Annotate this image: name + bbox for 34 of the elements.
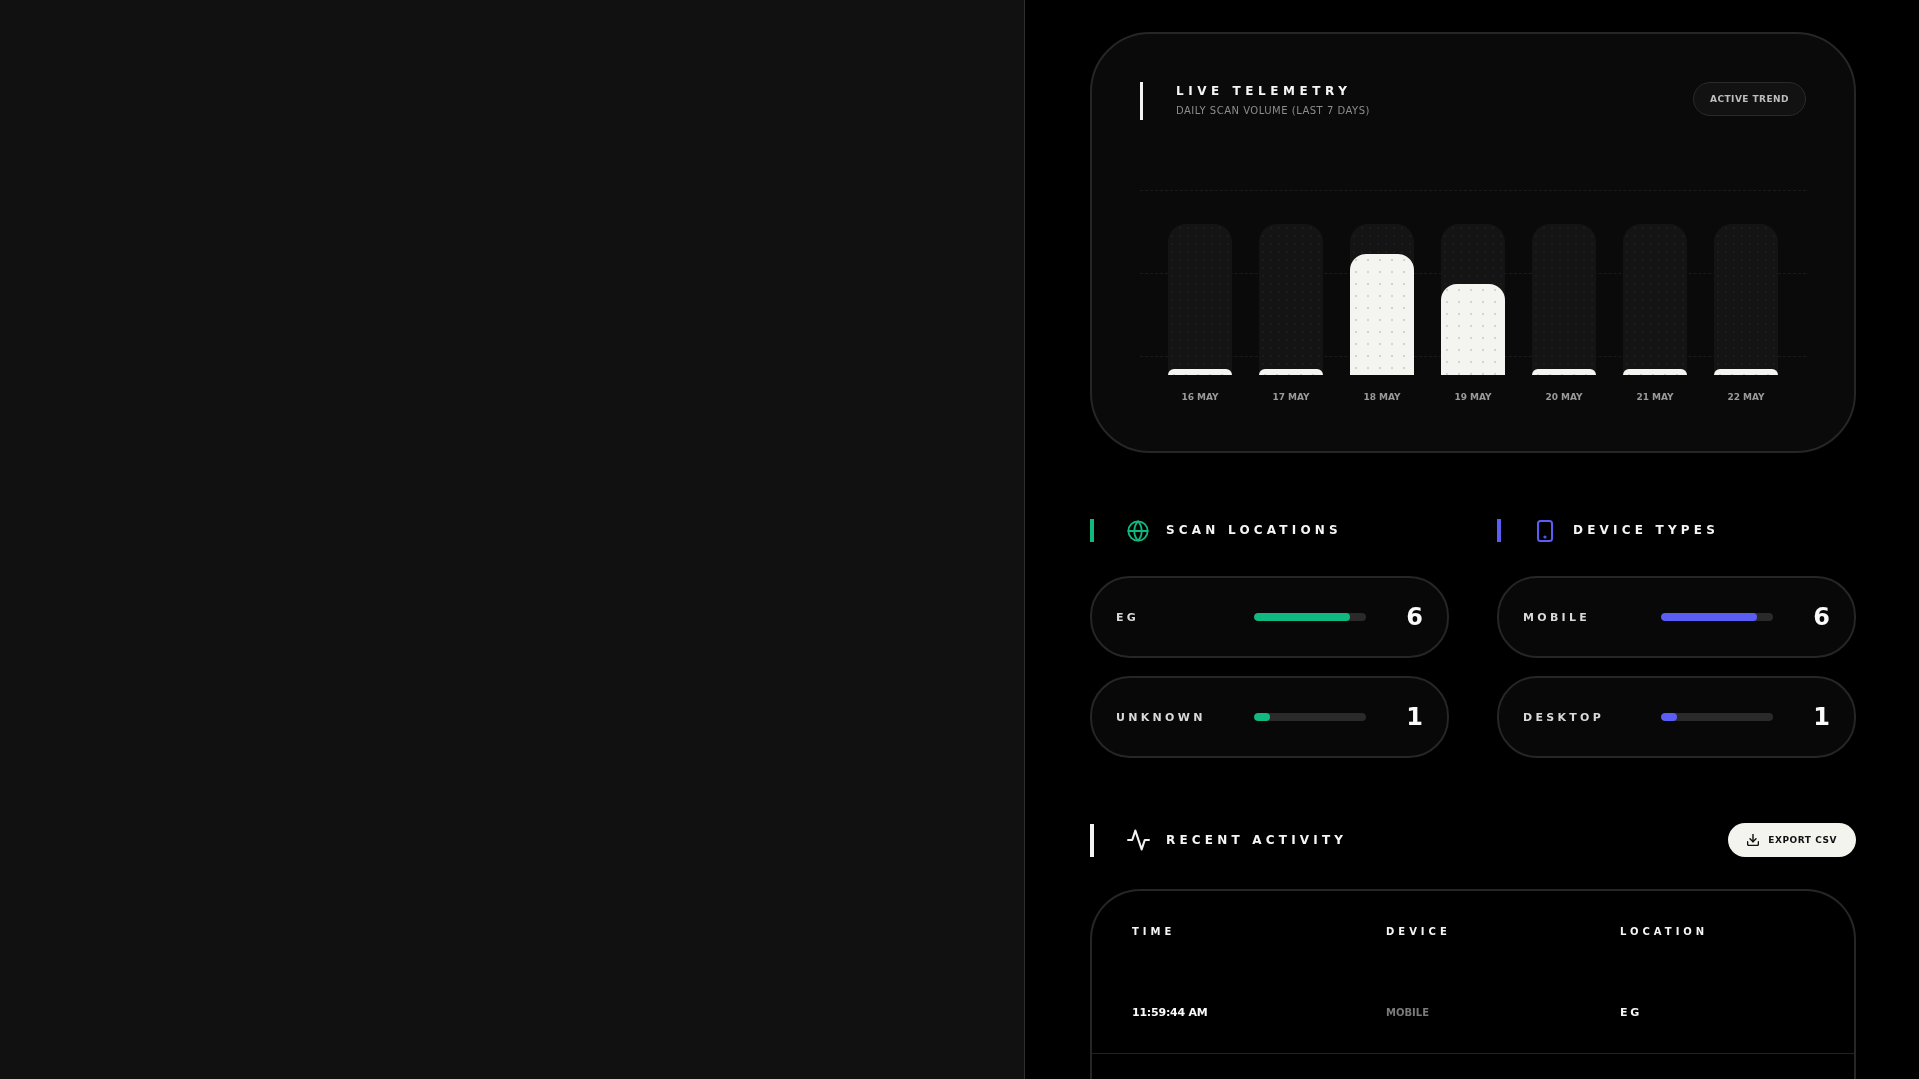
stat-count: 1 bbox=[1813, 703, 1830, 731]
download-icon bbox=[1747, 834, 1760, 846]
stat-count: 6 bbox=[1406, 603, 1423, 631]
column-header: LOCATION bbox=[1620, 925, 1709, 937]
trend-badge: ACTIVE TREND bbox=[1693, 82, 1806, 116]
stat-label: MOBILE bbox=[1523, 610, 1592, 624]
date-label: 16 MAY bbox=[1181, 391, 1219, 403]
section-title: RECENT ACTIVITY bbox=[1166, 832, 1348, 848]
table-cell: 11:59:44 AM bbox=[1132, 1005, 1208, 1019]
stat-label: EG bbox=[1116, 610, 1141, 624]
table-cell: EG bbox=[1620, 1005, 1643, 1019]
date-label: 22 MAY bbox=[1727, 391, 1765, 403]
stat-label: UNKNOWN bbox=[1116, 710, 1207, 724]
section-title: SCAN LOCATIONS bbox=[1166, 523, 1342, 538]
chart-title: LIVE TELEMETRY bbox=[1176, 84, 1353, 99]
column-header: DEVICE bbox=[1386, 925, 1451, 937]
phone-icon bbox=[1537, 519, 1553, 542]
export-button[interactable]: EXPORT CSV bbox=[1728, 823, 1856, 857]
chart-subtitle: DAILY SCAN VOLUME (LAST 7 DAYS) bbox=[1176, 104, 1370, 117]
stat-count: 6 bbox=[1813, 603, 1830, 631]
accent-bar bbox=[1140, 82, 1143, 120]
date-label: 19 MAY bbox=[1454, 391, 1492, 403]
stat-count: 1 bbox=[1406, 703, 1423, 731]
pulse-icon bbox=[1127, 829, 1150, 851]
stat-label: DESKTOP bbox=[1523, 710, 1606, 724]
date-label: 17 MAY bbox=[1272, 391, 1310, 403]
section-title: DEVICE TYPES bbox=[1573, 523, 1719, 538]
table-cell: MOBILE bbox=[1386, 1006, 1429, 1018]
date-label: 20 MAY bbox=[1545, 391, 1583, 403]
accent-bar bbox=[1090, 823, 1094, 857]
globe-icon bbox=[1127, 519, 1149, 542]
date-label: 18 MAY bbox=[1363, 391, 1401, 403]
column-header: TIME bbox=[1132, 925, 1176, 937]
date-label: 21 MAY bbox=[1636, 391, 1674, 403]
